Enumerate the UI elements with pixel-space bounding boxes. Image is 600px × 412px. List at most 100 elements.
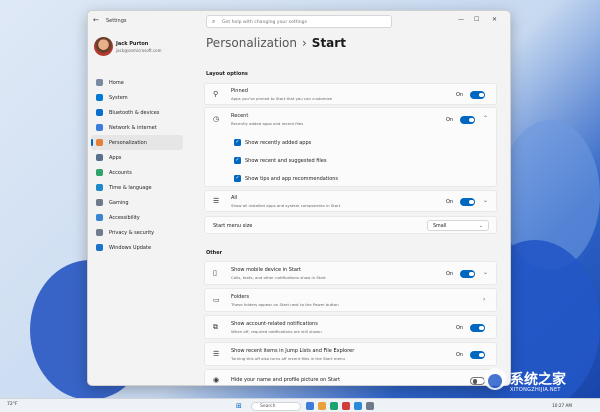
row-subtitle: Calls, texts, and other notifications sh…	[231, 275, 326, 280]
sidebar-item-label: Privacy & security	[109, 229, 155, 236]
select-value: Small	[433, 223, 447, 229]
row-title: Hide your name and profile picture on St…	[231, 377, 341, 383]
start-menu-size-select[interactable]: Small ⌄	[427, 220, 489, 231]
row-subtitle: Turning this off also turns off recent f…	[231, 356, 345, 361]
sidebar: Jack Purton jack@onmicrosoft.com Home Sy…	[88, 33, 186, 385]
task-view-icon[interactable]	[306, 402, 314, 410]
all-toggle[interactable]	[460, 198, 475, 206]
back-arrow-icon[interactable]: ←	[93, 16, 99, 24]
toggle-state-label: On	[446, 271, 454, 277]
list-icon: ☰	[213, 350, 220, 358]
user-name: Jack Purton	[116, 41, 149, 47]
sidebar-item-label: Apps	[109, 154, 122, 161]
maximize-button[interactable]: ☐	[474, 16, 479, 23]
breadcrumb: Personalization › Start	[206, 36, 346, 50]
sidebar-item-label: Time & language	[109, 184, 152, 191]
weather-widget[interactable]: 72°F	[7, 402, 18, 407]
section-heading-other: Other	[206, 250, 223, 256]
sidebar-item-network[interactable]: Network & internet	[91, 120, 183, 135]
recent-toggle[interactable]	[460, 116, 475, 124]
pinned-toggle[interactable]	[470, 91, 485, 99]
recent-files-checkbox[interactable]: ✓	[234, 157, 241, 164]
account-notifications-row[interactable]: ⧉ Show account-related notifications Whe…	[204, 315, 497, 339]
row-title: All	[231, 195, 238, 201]
breadcrumb-parent[interactable]: Personalization	[206, 36, 297, 50]
chevron-down-icon[interactable]: ⌄	[483, 269, 488, 276]
section-heading-layout: Layout options	[206, 71, 248, 77]
close-button[interactable]: ✕	[492, 16, 497, 23]
sidebar-item-personalization[interactable]: Personalization	[91, 135, 183, 150]
recent-items-toggle[interactable]	[470, 351, 485, 359]
sidebar-item-time-language[interactable]: Time & language	[91, 180, 183, 195]
settings-search-input[interactable]: ⌕ Get help with changing your settings	[206, 15, 392, 28]
sidebar-item-home[interactable]: Home	[91, 75, 183, 90]
sidebar-item-accounts[interactable]: Accounts	[91, 165, 183, 180]
recent-setting-group: ◷ Recent Recently added apps and recent …	[204, 107, 497, 187]
sidebar-item-label: System	[109, 94, 128, 101]
sidebar-item-system[interactable]: System	[91, 90, 183, 105]
edge-icon[interactable]	[330, 402, 338, 410]
watermark-text: 系统之家	[510, 372, 566, 388]
row-title: Show mobile device in Start	[231, 267, 302, 273]
windows-start-icon[interactable]: ⊞	[236, 402, 242, 410]
settings-app-icon[interactable]	[366, 402, 374, 410]
row-title: Show recent items in Jump Lists and File…	[231, 348, 355, 354]
avatar	[94, 37, 113, 56]
mobile-device-row[interactable]: ▯ Show mobile device in Start Calls, tex…	[204, 261, 497, 285]
row-title: Show account-related notifications	[231, 321, 318, 327]
sidebar-item-label: Accessibility	[109, 214, 140, 221]
recent-items-row[interactable]: ☰ Show recent items in Jump Lists and Fi…	[204, 342, 497, 366]
sidebar-item-gaming[interactable]: Gaming	[91, 195, 183, 210]
phone-icon: ▯	[213, 269, 217, 277]
notification-icon: ⧉	[213, 323, 218, 331]
accounts-icon	[96, 168, 103, 176]
clock-icon: ◷	[213, 115, 220, 123]
shield-icon	[96, 228, 103, 236]
brush-icon	[96, 138, 103, 146]
toggle-state-label: On	[446, 199, 454, 205]
mail-icon[interactable]	[354, 402, 362, 410]
hide-name-toggle[interactable]	[470, 377, 485, 385]
folders-row[interactable]: ▭ Folders These folders appear on Start …	[204, 288, 497, 312]
row-title: Start menu size	[213, 223, 253, 229]
minimize-button[interactable]: —	[458, 16, 464, 23]
sidebar-item-accessibility[interactable]: Accessibility	[91, 210, 183, 225]
sidebar-item-bluetooth[interactable]: Bluetooth & devices	[91, 105, 183, 120]
checkbox-label: Show recently added apps	[245, 140, 312, 146]
bluetooth-icon	[96, 108, 103, 116]
watermark-mark	[484, 368, 506, 390]
profile-icon: ◉	[213, 376, 220, 384]
pinned-setting-row[interactable]: ⚲ Pinned Apps you've pinned to Start tha…	[204, 83, 497, 105]
row-title: Recent	[231, 113, 249, 119]
sidebar-item-label: Personalization	[109, 139, 147, 146]
watermark-url: XITONGZHIJIA.NET	[510, 387, 561, 393]
sidebar-item-privacy[interactable]: Privacy & security	[91, 225, 183, 240]
time-icon	[96, 183, 103, 191]
watermark-logo: 系统之家 XITONGZHIJIA.NET	[484, 366, 592, 396]
tips-recommendations-checkbox[interactable]: ✓	[234, 175, 241, 182]
hide-name-row[interactable]: ◉ Hide your name and profile picture on …	[204, 369, 497, 385]
store-icon[interactable]	[342, 402, 350, 410]
file-explorer-icon[interactable]	[318, 402, 326, 410]
sidebar-item-apps[interactable]: Apps	[91, 150, 183, 165]
account-notifications-toggle[interactable]	[470, 324, 485, 332]
row-subtitle: These folders appear on Start next to th…	[231, 302, 339, 307]
chevron-up-icon[interactable]: ⌃	[483, 115, 488, 122]
mobile-device-toggle[interactable]	[460, 270, 475, 278]
sidebar-item-windows-update[interactable]: Windows Update	[91, 240, 183, 255]
row-title: Pinned	[231, 88, 248, 94]
title-bar: ← Settings ⌕ Get help with changing your…	[88, 11, 510, 33]
recently-added-checkbox[interactable]: ✓	[234, 139, 241, 146]
row-subtitle: Recently added apps and recent files	[231, 121, 304, 126]
breadcrumb-separator: ›	[301, 36, 307, 50]
sidebar-nav: Home System Bluetooth & devices Network …	[91, 75, 183, 255]
pin-icon: ⚲	[213, 90, 219, 98]
chevron-right-icon[interactable]: ›	[483, 296, 485, 303]
all-setting-row[interactable]: ☰ All Show all installed apps and system…	[204, 190, 497, 212]
chevron-down-icon[interactable]: ⌄	[483, 197, 488, 204]
sidebar-item-label: Gaming	[109, 199, 129, 206]
toggle-state-label: On	[446, 117, 454, 123]
system-clock[interactable]: 10:27 AM	[552, 403, 572, 408]
taskbar-search[interactable]: Search	[251, 401, 301, 411]
sidebar-item-label: Windows Update	[109, 244, 152, 251]
